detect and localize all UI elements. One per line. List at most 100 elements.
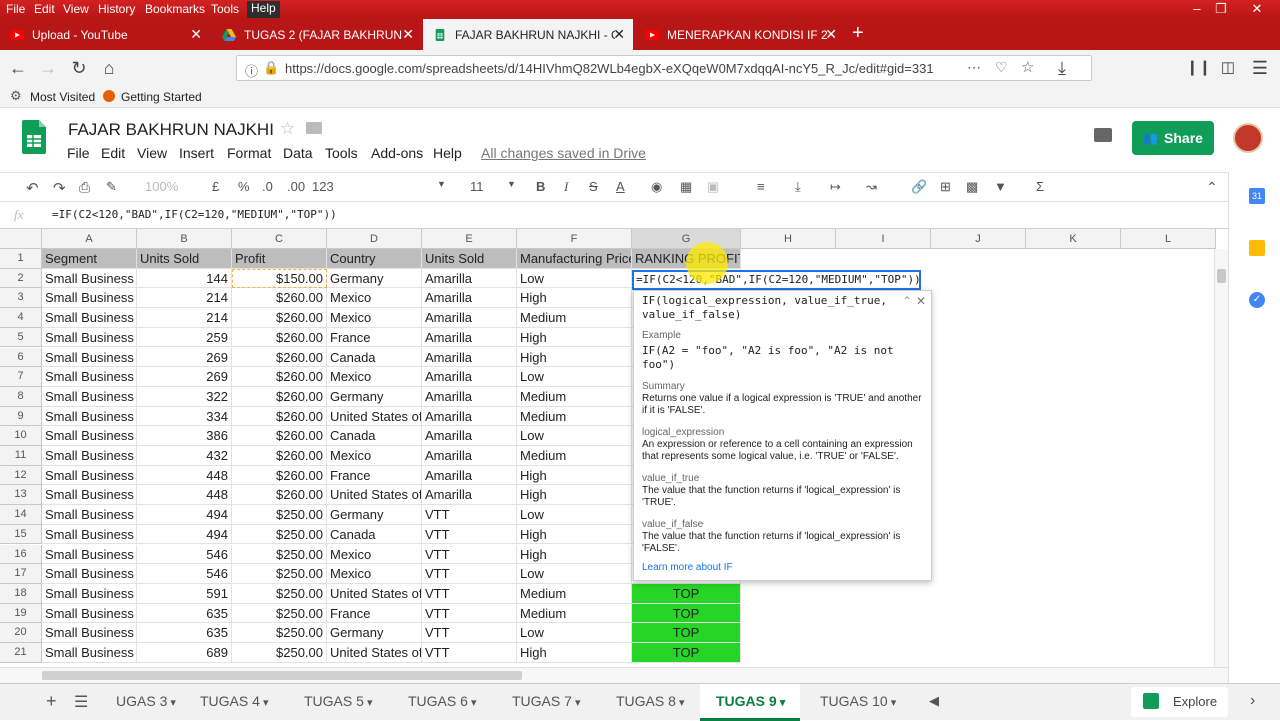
table-cell[interactable]: VTT [422, 505, 517, 525]
table-cell[interactable]: 269 [137, 367, 232, 387]
docs-menu-tools[interactable]: Tools [325, 145, 358, 161]
hamburger-menu-icon[interactable]: ☰ [1248, 56, 1272, 80]
table-cell[interactable]: Small Business [42, 485, 137, 506]
close-help-icon[interactable]: ✕ [916, 294, 926, 308]
column-header-f[interactable]: F [517, 229, 632, 249]
docs-menu-edit[interactable]: Edit [101, 145, 125, 161]
table-cell[interactable]: Small Business [42, 426, 137, 446]
horizontal-align-icon[interactable]: ≡ [757, 179, 765, 194]
table-cell[interactable]: Small Business [42, 603, 137, 624]
insert-link-icon[interactable]: 🔗 [911, 179, 927, 195]
table-cell[interactable]: United States of [327, 406, 422, 427]
table-cell[interactable]: Medium [517, 386, 632, 407]
tasks-icon[interactable]: ✓ [1249, 292, 1265, 308]
table-cell[interactable]: 448 [137, 485, 232, 506]
font-size-select[interactable]: 11 [470, 179, 484, 194]
table-cell[interactable]: $250.00 [232, 505, 327, 525]
filter-icon[interactable]: ▼ [994, 179, 1007, 194]
table-cell[interactable]: $260.00 [232, 386, 327, 407]
table-cell[interactable]: Low [517, 564, 632, 584]
text-rotation-icon[interactable]: ↝ [866, 179, 877, 195]
sheet-tab-dropdown-icon[interactable]: ▾ [676, 697, 685, 709]
row-header[interactable]: 10 [0, 426, 42, 446]
row-header[interactable]: 5 [0, 327, 42, 348]
table-cell[interactable]: Amarilla [422, 465, 517, 486]
close-tab-icon[interactable]: ✕ [825, 26, 837, 43]
table-cell[interactable]: High [517, 327, 632, 348]
bookmark-star-icon[interactable]: ☆ [1021, 58, 1034, 76]
undo-icon[interactable]: ↶ [26, 179, 39, 197]
strikethrough-icon[interactable]: S [589, 179, 598, 194]
table-cell[interactable]: Amarilla [422, 485, 517, 506]
table-cell[interactable]: $250.00 [232, 643, 327, 663]
table-cell[interactable]: TOP [632, 603, 741, 624]
docs-menu-insert[interactable]: Insert [179, 145, 214, 161]
table-cell[interactable]: 635 [137, 603, 232, 624]
fill-color-icon[interactable]: ◉ [651, 179, 662, 195]
menu-file[interactable]: File [6, 2, 25, 16]
horizontal-scrollbar[interactable] [0, 667, 1228, 683]
functions-icon[interactable]: Σ [1036, 179, 1044, 194]
horizontal-scroll-thumb[interactable] [42, 671, 522, 680]
italic-icon[interactable]: I [564, 179, 568, 195]
url-text[interactable]: https://docs.google.com/spreadsheets/d/1… [285, 61, 975, 76]
sheet-tab-dropdown-icon[interactable]: ▾ [468, 697, 477, 709]
table-cell[interactable]: Germany [327, 505, 422, 525]
row-header[interactable]: 6 [0, 347, 42, 368]
folder-icon[interactable] [306, 122, 322, 134]
row-header[interactable]: 20 [0, 623, 42, 643]
menu-help[interactable]: Help [247, 1, 280, 18]
sheet-tab[interactable]: TUGAS 7 ▾ [496, 684, 594, 721]
back-icon[interactable]: ← [6, 56, 30, 80]
explore-button[interactable]: Explore [1131, 687, 1228, 717]
restore-icon[interactable]: ❐ [1206, 1, 1236, 17]
row-header[interactable]: 4 [0, 308, 42, 328]
avatar[interactable] [1233, 123, 1263, 153]
column-header-j[interactable]: J [931, 229, 1026, 249]
row-header[interactable]: 18 [0, 583, 42, 604]
table-cell[interactable]: Canada [327, 426, 422, 446]
table-cell[interactable]: 432 [137, 446, 232, 466]
column-header-h[interactable]: H [741, 229, 836, 249]
table-cell[interactable]: High [517, 485, 632, 506]
merge-cells-icon[interactable]: ▣ [707, 179, 719, 195]
bookmark-getting-started[interactable]: Getting Started [121, 90, 202, 104]
keep-icon[interactable] [1249, 240, 1265, 256]
table-cell[interactable]: Mexico [327, 544, 422, 565]
insert-comment-icon[interactable]: ⊞ [940, 179, 951, 195]
reload-icon[interactable]: ↻ [67, 56, 91, 80]
table-cell[interactable]: $260.00 [232, 327, 327, 348]
text-color-icon[interactable]: A [616, 179, 625, 194]
table-cell[interactable]: Mexico [327, 367, 422, 387]
row-header[interactable]: 2 [0, 268, 42, 289]
table-cell[interactable]: United States of [327, 583, 422, 604]
table-cell[interactable]: 546 [137, 564, 232, 584]
zoom-select[interactable]: 100% [145, 179, 178, 194]
sheet-tab[interactable]: TUGAS 6 ▾ [392, 684, 490, 721]
table-cell[interactable]: Low [517, 623, 632, 643]
table-cell[interactable]: Medium [517, 583, 632, 604]
document-title[interactable]: FAJAR BAKHRUN NAJKHI [68, 120, 274, 140]
table-cell[interactable]: Small Business [42, 347, 137, 368]
row-header[interactable]: 11 [0, 446, 42, 466]
table-cell[interactable]: Germany [327, 623, 422, 643]
menu-bookmarks[interactable]: Bookmarks [145, 2, 205, 16]
header-cell[interactable]: Country [327, 249, 422, 269]
forward-icon[interactable]: → [36, 56, 60, 80]
sheet-tab-dropdown-icon[interactable]: ▾ [572, 697, 581, 709]
currency-button[interactable]: £ [212, 179, 219, 194]
table-cell[interactable]: TOP [632, 643, 741, 663]
vertical-align-icon[interactable]: ⤓ [795, 179, 801, 195]
sheet-tab-dropdown-icon[interactable]: ▾ [260, 697, 269, 709]
table-cell[interactable]: France [327, 465, 422, 486]
table-cell[interactable]: Small Business [42, 524, 137, 545]
table-cell[interactable]: Medium [517, 446, 632, 466]
table-cell[interactable]: Canada [327, 347, 422, 368]
table-cell[interactable]: 322 [137, 386, 232, 407]
sheet-tab-dropdown-icon[interactable]: ▾ [364, 697, 373, 709]
close-tab-icon[interactable]: ✕ [613, 26, 625, 43]
table-cell[interactable]: $250.00 [232, 603, 327, 624]
table-cell[interactable]: Amarilla [422, 446, 517, 466]
table-cell[interactable]: Small Business [42, 465, 137, 486]
cell-formula-text[interactable]: =IF(C2<120,"BAD",IF(C2=120,"MEDIUM","TOP… [636, 273, 919, 286]
